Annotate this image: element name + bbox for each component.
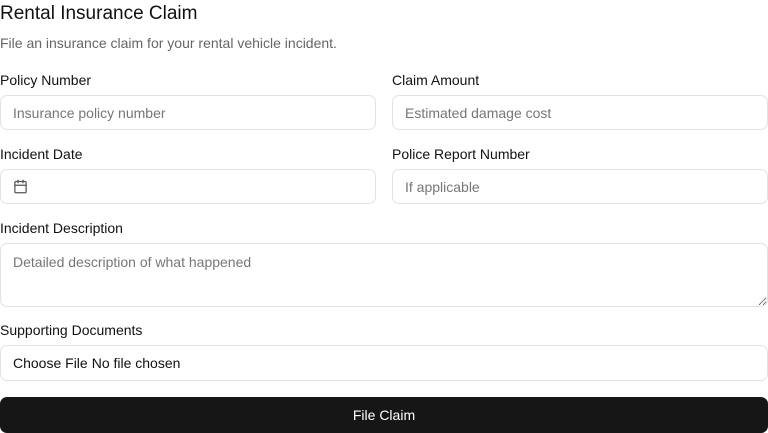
calendar-icon[interactable] <box>13 179 28 194</box>
file-upload-field[interactable]: Choose File No file chosen <box>0 345 768 381</box>
incident-date-input[interactable] <box>0 169 376 204</box>
page-title: Rental Insurance Claim <box>0 3 198 24</box>
policy-number-input[interactable] <box>0 95 376 130</box>
claim-amount-label: Claim Amount <box>392 72 480 88</box>
police-report-label: Police Report Number <box>392 146 530 162</box>
file-claim-button[interactable]: File Claim <box>0 397 768 433</box>
file-status-text: No file chosen <box>91 355 181 371</box>
choose-file-button[interactable]: Choose File <box>13 355 88 371</box>
policy-number-label: Policy Number <box>0 72 92 88</box>
police-report-input[interactable] <box>392 169 768 204</box>
claim-amount-input[interactable] <box>392 95 768 130</box>
incident-description-textarea[interactable] <box>0 243 768 307</box>
incident-date-label: Incident Date <box>0 146 83 162</box>
page-subtitle: File an insurance claim for your rental … <box>0 35 337 51</box>
supporting-documents-label: Supporting Documents <box>0 322 143 338</box>
incident-description-label: Incident Description <box>0 220 123 236</box>
